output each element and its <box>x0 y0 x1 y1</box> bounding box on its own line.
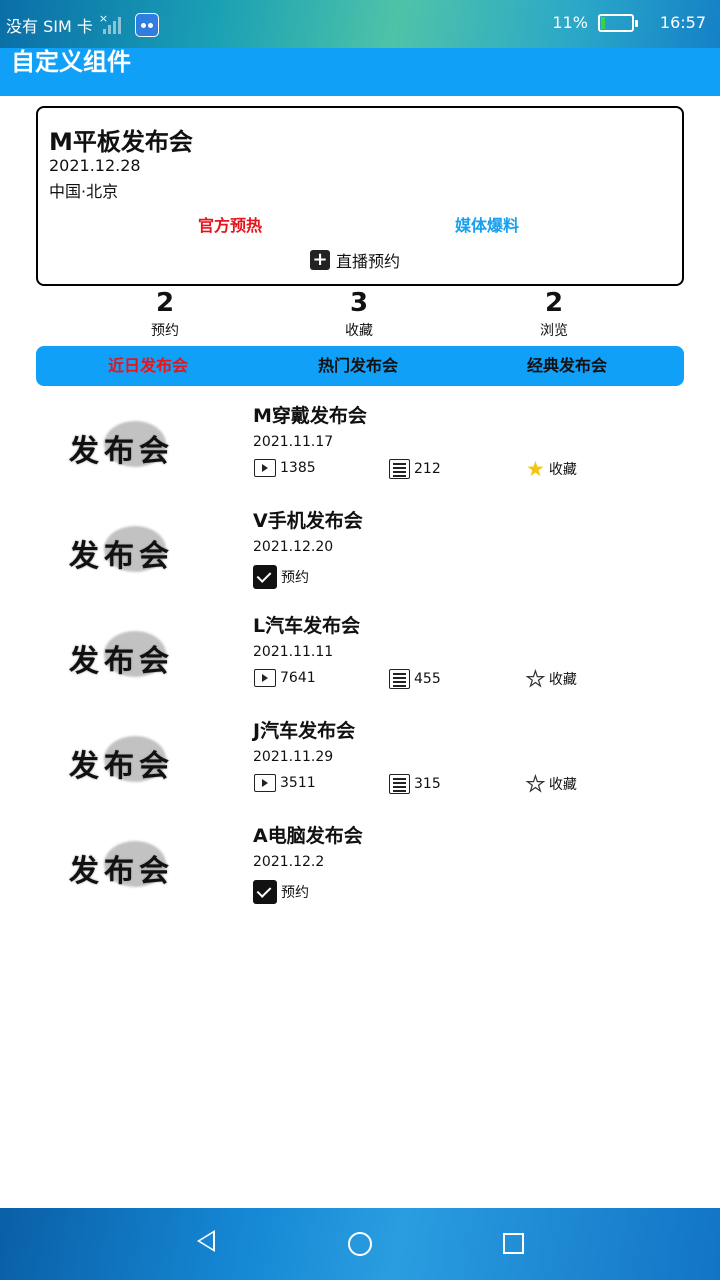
list-icon <box>389 774 410 794</box>
stat-value: 2 <box>544 288 564 318</box>
stat-label: 浏览 <box>540 323 568 339</box>
event-date: 2021.11.17 <box>253 434 334 450</box>
play-icon <box>254 459 276 477</box>
live-reserve-button[interactable]: + 直播预约 <box>310 248 400 272</box>
featured-event-date: 2021.12.28 <box>49 156 141 175</box>
event-date: 2021.11.11 <box>253 644 334 660</box>
stat-viewed[interactable]: 2 浏览 <box>494 288 614 340</box>
media-leaks-link[interactable]: 媒体爆料 <box>455 212 519 236</box>
checkbox-checked-icon <box>253 565 277 589</box>
status-bar: 没有 SIM 卡 × 11% 16:57 <box>0 0 720 48</box>
thumbnail-text: 发布会 <box>69 644 174 679</box>
event-date: 2021.12.2 <box>253 854 325 870</box>
comments-count: 455 <box>389 669 441 689</box>
thumbnail-text: 发布会 <box>69 854 174 889</box>
reserve-checkbox[interactable]: 预约 <box>253 880 309 904</box>
play-icon <box>254 774 276 792</box>
back-icon[interactable] <box>197 1230 215 1252</box>
play-icon <box>254 669 276 687</box>
favorite-label: 收藏 <box>548 777 577 793</box>
battery-percent: 11% <box>552 13 588 32</box>
stat-reserved[interactable]: 2 预约 <box>105 288 225 340</box>
reserve-label: 预约 <box>281 570 309 586</box>
event-title: L汽车发布会 <box>253 615 361 637</box>
thumbnail-text: 发布会 <box>69 539 174 574</box>
featured-event-location: 中国·北京 <box>49 182 119 201</box>
event-thumbnail: 发布会 <box>66 630 201 682</box>
live-reserve-label: 直播预约 <box>336 252 401 271</box>
views-value: 7641 <box>280 670 316 686</box>
comments-value: 315 <box>414 776 441 792</box>
event-thumbnail: 发布会 <box>66 420 201 472</box>
status-left: 没有 SIM 卡 × <box>6 12 159 37</box>
app-title-bar: 自定义组件 <box>0 48 720 96</box>
list-item[interactable]: 发布会 A电脑发布会 2021.12.2 预约 <box>0 821 720 926</box>
stat-label: 收藏 <box>345 323 373 339</box>
reserve-label: 预约 <box>281 885 309 901</box>
thumbnail-text: 发布会 <box>69 749 174 784</box>
event-title: V手机发布会 <box>253 510 363 532</box>
event-thumbnail: 发布会 <box>66 735 201 787</box>
plus-icon: + <box>310 250 330 270</box>
stat-value: 3 <box>349 288 369 318</box>
comments-value: 455 <box>414 671 441 687</box>
favorite-toggle[interactable]: ★ 收藏 <box>525 772 577 796</box>
event-date: 2021.11.29 <box>253 749 334 765</box>
featured-event-card: M平板发布会 2021.12.28 中国·北京 官方预热 媒体爆料 + 直播预约 <box>36 106 684 286</box>
comments-value: 212 <box>414 461 441 477</box>
stat-label: 预约 <box>151 323 179 339</box>
event-thumbnail: 发布会 <box>66 840 201 892</box>
thumbnail-text: 发布会 <box>69 434 174 469</box>
stat-favorites[interactable]: 3 收藏 <box>299 288 419 340</box>
list-item[interactable]: 发布会 J汽车发布会 2021.11.29 3511 315 ★ 收藏 <box>0 716 720 821</box>
event-thumbnail: 发布会 <box>66 525 201 577</box>
views-value: 1385 <box>280 460 316 476</box>
star-outline-icon: ★ <box>525 772 545 796</box>
tab-recent[interactable]: 近日发布会 <box>108 346 188 386</box>
list-icon <box>389 669 410 689</box>
comments-count: 315 <box>389 774 441 794</box>
star-filled-icon: ★ <box>526 457 545 481</box>
event-title: A电脑发布会 <box>253 825 363 847</box>
battery-icon <box>597 13 638 32</box>
views-value: 3511 <box>280 775 316 791</box>
list-item[interactable]: 发布会 V手机发布会 2021.12.20 预约 <box>0 506 720 611</box>
favorite-toggle[interactable]: ★ 收藏 <box>526 457 577 481</box>
list-icon <box>389 459 410 479</box>
event-title: M穿戴发布会 <box>253 405 367 427</box>
clock: 16:57 <box>659 13 706 32</box>
category-tabs: 近日发布会 热门发布会 经典发布会 <box>36 346 684 386</box>
system-nav-bar <box>0 1208 720 1280</box>
tab-hot[interactable]: 热门发布会 <box>318 346 398 386</box>
recent-apps-icon[interactable] <box>503 1233 524 1254</box>
home-icon[interactable] <box>348 1232 372 1256</box>
views-count: 3511 <box>254 774 316 792</box>
page-title: 自定义组件 <box>11 48 131 76</box>
signal-icon: × <box>99 12 121 34</box>
star-outline-icon: ★ <box>525 667 545 691</box>
app-notification-icon <box>134 13 159 37</box>
reserve-checkbox[interactable]: 预约 <box>253 565 309 589</box>
comments-count: 212 <box>389 459 441 479</box>
carrier-text: 没有 SIM 卡 <box>6 17 93 36</box>
event-date: 2021.12.20 <box>253 539 334 555</box>
list-item[interactable]: 发布会 M穿戴发布会 2021.11.17 1385 212 ★ 收藏 <box>0 401 720 506</box>
official-preview-link[interactable]: 官方预热 <box>198 212 262 236</box>
tab-classic[interactable]: 经典发布会 <box>527 346 607 386</box>
favorite-toggle[interactable]: ★ 收藏 <box>525 667 577 691</box>
checkbox-checked-icon <box>253 880 277 904</box>
views-count: 1385 <box>254 459 316 477</box>
views-count: 7641 <box>254 669 316 687</box>
favorite-label: 收藏 <box>548 672 577 688</box>
list-item[interactable]: 发布会 L汽车发布会 2021.11.11 7641 455 ★ 收藏 <box>0 611 720 716</box>
event-title: J汽车发布会 <box>253 720 356 742</box>
stat-value: 2 <box>155 288 175 318</box>
status-right: 11% 16:57 <box>552 13 706 32</box>
featured-event-name: M平板发布会 <box>49 128 193 156</box>
favorite-label: 收藏 <box>548 462 577 478</box>
